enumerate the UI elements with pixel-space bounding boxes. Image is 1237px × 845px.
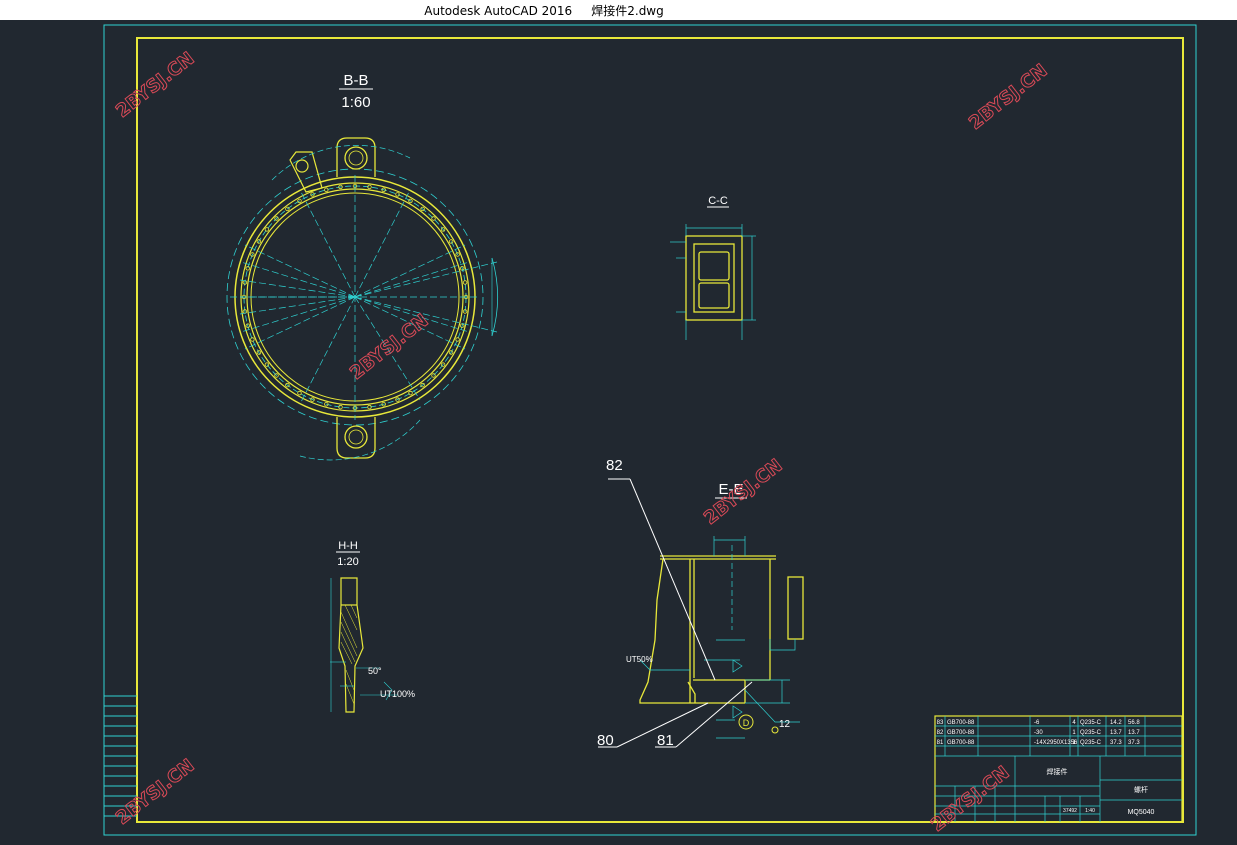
watermark-text: 2BYSJ.CN (700, 455, 786, 529)
title-weight: 37492 (1063, 808, 1077, 814)
title-bar: Autodesk AutoCAD 2016 焊接件2.dwg (0, 0, 1237, 20)
title-company: 螺杆 (1134, 785, 1148, 794)
bolt-hole (297, 390, 302, 396)
drawing-canvas[interactable]: B-B 1:60 C-C H-H 1:20 50° UT100% E-E D 1… (0, 20, 1237, 841)
window-title: Autodesk AutoCAD 2016 焊接件2.dwg (424, 4, 664, 18)
leader-lines (598, 478, 753, 748)
angle-dimension-arc (491, 257, 498, 337)
view-hh-label: H-H (338, 540, 358, 552)
cc-dimensions (670, 224, 756, 340)
outer-frame (103, 24, 1197, 836)
view-bb: B-B 1:60 (226, 72, 498, 461)
parts-cell-no: 81 (937, 740, 944, 746)
cc-section (685, 235, 743, 321)
parts-list: 83 GB700-88 -6 4 Q235-C 14.2 56.882 GB700-88 -30… (937, 720, 1141, 746)
bolt-hole (455, 337, 460, 342)
bolt-hole (448, 239, 454, 244)
watermark-text: 2BYSJ.CN (112, 48, 198, 122)
parts-cell-total: 37.3 (1128, 740, 1140, 746)
parts-cell-mat: Q235-C (1080, 720, 1102, 726)
bolt-hole (408, 390, 413, 396)
parts-cell-no: 82 (937, 730, 944, 736)
bolt-hole (431, 373, 436, 378)
view-cc-label: C-C (708, 195, 728, 207)
leader-81: 81 (657, 732, 674, 749)
parts-cell-total: 13.7 (1128, 730, 1140, 736)
hh-weld-note: UT100% (380, 689, 415, 699)
parts-cell-unit: 14.2 (1110, 720, 1122, 726)
watermark-text: 2BYSJ.CN (927, 762, 1013, 836)
bolt-hole (264, 227, 270, 232)
ee-weld-note: UT50% (626, 655, 653, 664)
view-bb-label: B-B (343, 72, 368, 89)
title-scale: 1:40 (1085, 808, 1095, 814)
parts-cell-no: 83 (937, 720, 944, 726)
watermark-text: 2BYSJ.CN (346, 310, 432, 384)
view-cc: C-C (670, 195, 756, 340)
parts-cell-unit: 37.3 (1110, 740, 1122, 746)
datum-d-label: D (743, 718, 750, 728)
bottom-lifting-lug (336, 417, 376, 459)
top-dimension-arc (271, 145, 411, 181)
view-hh: H-H 1:20 50° UT100% (330, 540, 415, 713)
parts-cell-spec: -6 (1034, 720, 1040, 726)
title-name: 焊接件 (1047, 767, 1068, 776)
bottom-dimension-arc (299, 419, 421, 461)
view-hh-scale: 1:20 (337, 556, 358, 568)
bolt-hole (250, 337, 255, 342)
leader-82: 82 (606, 457, 623, 474)
angled-lug (289, 151, 323, 193)
bolt-hole (324, 187, 329, 192)
parts-cell-mat: Q235-C (1080, 740, 1102, 746)
cad-drawing[interactable]: B-B 1:60 C-C H-H 1:20 50° UT100% E-E D 1… (0, 20, 1237, 841)
parts-cell-spec: -30 (1034, 730, 1043, 736)
parts-cell-std: GB700-88 (947, 720, 975, 726)
watermark-text: 2BYSJ.CN (965, 60, 1051, 134)
parts-cell-total: 56.8 (1128, 720, 1140, 726)
view-bb-scale: 1:60 (341, 94, 370, 111)
ee-dim-12: 12 (779, 719, 791, 730)
bolt-hole (285, 206, 290, 212)
bolt-hole (395, 192, 400, 197)
parts-cell-std: GB700-88 (947, 730, 975, 736)
hh-section (338, 577, 364, 713)
parts-cell-qty: 4 (1072, 720, 1076, 726)
leader-80: 80 (597, 732, 614, 749)
ee-section (639, 555, 804, 704)
bolt-hole (431, 216, 436, 221)
title-drawing-no: MQ5040 (1128, 809, 1155, 816)
parts-cell-std: GB700-88 (947, 740, 975, 746)
weld-symbol-circle (771, 726, 779, 734)
ee-dimensions (639, 536, 800, 739)
parts-cell-mat: Q235-C (1080, 730, 1102, 736)
parts-cell-qty: 1 (1072, 730, 1076, 736)
hh-angle: 50° (368, 666, 382, 676)
view-ee: E-E D 12 UT50% 82 80 81 (597, 457, 804, 749)
watermarks: 2BYSJ.CN 2BYSJ.CN 2BYSJ.CN 2BYSJ.CN 2BYS… (112, 48, 1052, 837)
parts-cell-unit: 13.7 (1110, 730, 1122, 736)
top-lifting-lug (336, 137, 376, 177)
